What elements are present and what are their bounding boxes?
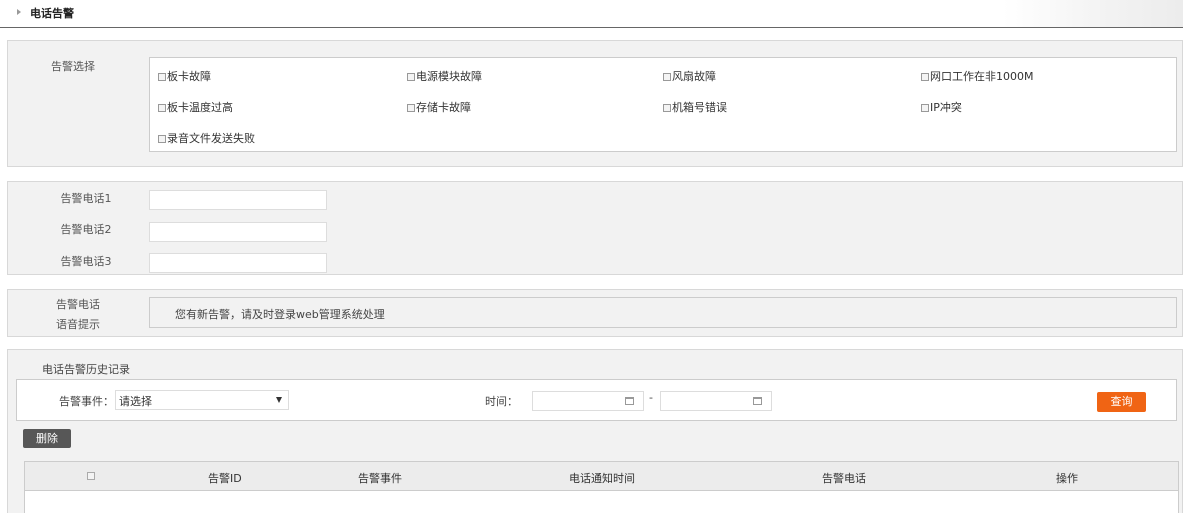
column-header-actions: 操作 <box>1056 472 1078 485</box>
page-title: 电话告警 <box>30 7 74 20</box>
calendar-icon[interactable] <box>625 397 634 405</box>
start-date-input[interactable] <box>532 391 644 411</box>
alarm-phone-2-label: 告警电话2 <box>60 223 112 236</box>
alarm-event-select-value: 请选择 <box>119 395 152 408</box>
query-button[interactable]: 查询 <box>1097 392 1146 412</box>
alarm-option-ip-conflict[interactable]: IP冲突 <box>921 99 962 115</box>
checkbox[interactable] <box>921 104 929 112</box>
alarm-option-recording-send-failed[interactable]: 录音文件发送失败 <box>158 130 255 146</box>
alarm-option-board-overheat[interactable]: 板卡温度过高 <box>158 99 233 115</box>
end-date-input[interactable] <box>660 391 772 411</box>
select-all-checkbox[interactable] <box>87 472 95 480</box>
checkbox[interactable] <box>158 73 166 81</box>
checkbox[interactable] <box>407 104 415 112</box>
checkbox[interactable] <box>663 73 671 81</box>
checkbox[interactable] <box>921 73 929 81</box>
history-filter-bar: 告警事件： 请选择 时间： - <box>16 379 1177 421</box>
column-header-alarm-phone: 告警电话 <box>822 472 866 485</box>
alarm-phone-1-input[interactable] <box>149 190 327 210</box>
delete-button[interactable]: 删除 <box>23 429 71 448</box>
alarm-options-box: 板卡故障 电源模块故障 风扇故障 网口工作在非1000M 板卡温度过高 存储卡故… <box>149 57 1177 152</box>
alarm-option-board-fault[interactable]: 板卡故障 <box>158 68 211 84</box>
alarm-option-fan-fault[interactable]: 风扇故障 <box>663 68 716 84</box>
alarm-event-select[interactable]: 请选择 <box>115 390 289 410</box>
voice-prompt-label-line2: 语音提示 <box>56 318 100 331</box>
voice-prompt-message-box: 您有新告警，请及时登录web管理系统处理 <box>149 297 1177 328</box>
checkbox[interactable] <box>407 73 415 81</box>
history-table-header: 告警ID 告警事件 电话通知时间 告警电话 操作 <box>24 461 1179 491</box>
column-header-alarm-id: 告警ID <box>208 472 242 485</box>
alarm-event-label: 告警事件： <box>59 395 114 408</box>
alarm-phone-3-label: 告警电话3 <box>60 255 112 268</box>
alarm-option-chassis-number-error[interactable]: 机箱号错误 <box>663 99 727 115</box>
checkbox[interactable] <box>158 104 166 112</box>
calendar-icon[interactable] <box>753 397 762 405</box>
voice-prompt-message: 您有新告警，请及时登录web管理系统处理 <box>175 308 385 321</box>
column-header-alarm-event: 告警事件 <box>358 472 402 485</box>
history-table-body <box>24 491 1179 513</box>
time-label: 时间： <box>485 395 518 408</box>
voice-prompt-panel: 告警电话 语音提示 您有新告警，请及时登录web管理系统处理 <box>7 289 1183 337</box>
dropdown-arrow-icon <box>276 397 282 403</box>
alarm-history-title: 电话告警历史记录 <box>42 363 130 376</box>
column-header-notify-time: 电话通知时间 <box>569 472 635 485</box>
checkbox[interactable] <box>158 135 166 143</box>
page-header: 电话告警 <box>0 0 1183 28</box>
alarm-phone-1-label: 告警电话1 <box>60 192 112 205</box>
alarm-phone-3-input[interactable] <box>149 253 327 273</box>
alarm-option-port-not-1000m[interactable]: 网口工作在非1000M <box>921 68 1034 84</box>
alarm-selection-panel: 告警选择 板卡故障 电源模块故障 风扇故障 网口工作在非1000M 板卡温度过高… <box>7 40 1183 167</box>
alarm-option-power-module-fault[interactable]: 电源模块故障 <box>407 68 482 84</box>
caret-right-icon <box>17 9 21 15</box>
checkbox[interactable] <box>663 104 671 112</box>
voice-prompt-label-line1: 告警电话 <box>56 298 100 311</box>
header-decoration <box>1003 0 1183 27</box>
alarm-option-storage-card-fault[interactable]: 存储卡故障 <box>407 99 471 115</box>
alarm-selection-label: 告警选择 <box>51 60 95 73</box>
date-range-separator: - <box>649 391 653 404</box>
alarm-history-panel: 电话告警历史记录 告警事件： 请选择 时间： - 查询 删除 告警ID 告警事件… <box>7 349 1183 513</box>
alarm-phones-panel: 告警电话1 告警电话2 告警电话3 <box>7 181 1183 275</box>
alarm-phone-2-input[interactable] <box>149 222 327 242</box>
